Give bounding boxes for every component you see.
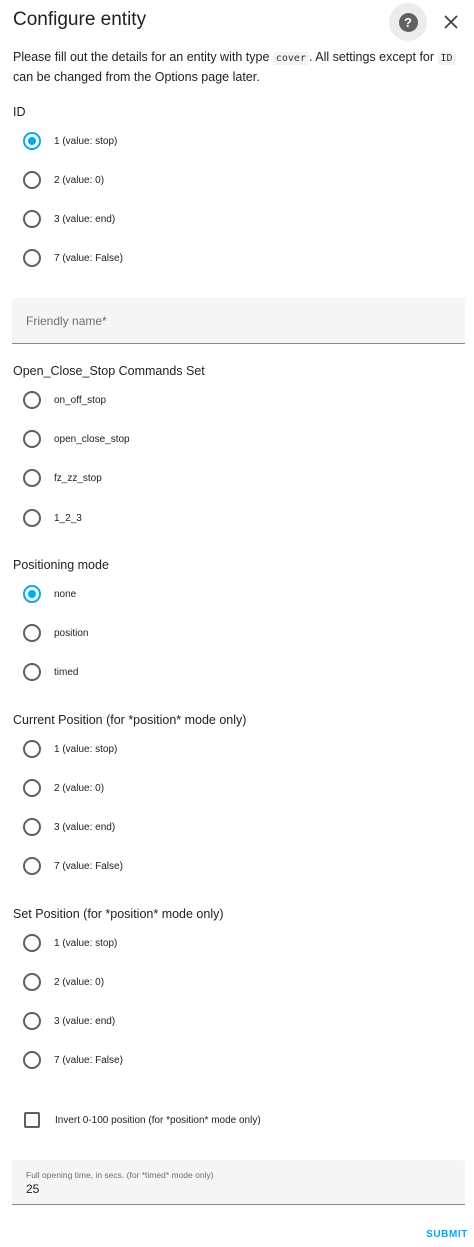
id-code: ID — [437, 52, 456, 65]
invert-position-label: Invert 0-100 position (for *position* mo… — [55, 1114, 261, 1126]
radio-label: 3 (value: end) — [54, 213, 116, 225]
commands-option-3[interactable]: fz_zz_stop — [23, 468, 102, 488]
description-text-3: can be changed from the Options page lat… — [13, 70, 260, 84]
positioning-option-none[interactable]: none — [23, 584, 76, 604]
radio-button[interactable] — [23, 430, 41, 448]
invert-position-option[interactable]: Invert 0-100 position (for *position* mo… — [24, 1111, 261, 1129]
id-option-3[interactable]: 3 (value: end) — [23, 209, 115, 229]
radio-button[interactable] — [23, 857, 41, 875]
id-option-1[interactable]: 1 (value: stop) — [23, 131, 117, 151]
radio-button[interactable] — [23, 973, 41, 991]
radio-button[interactable] — [23, 509, 41, 527]
radio-label: 7 (value: False) — [54, 252, 123, 264]
radio-label: 1 (value: stop) — [54, 743, 118, 755]
radio-label: 2 (value: 0) — [54, 782, 105, 794]
positioning-option-position[interactable]: position — [23, 623, 88, 643]
current-position-option-1[interactable]: 1 (value: stop) — [23, 739, 117, 759]
radio-button[interactable] — [23, 1051, 41, 1069]
radio-label: 1 (value: stop) — [54, 135, 118, 147]
radio-label: 7 (value: False) — [54, 1054, 123, 1066]
help-button[interactable]: ? — [389, 3, 427, 41]
submit-button[interactable]: SUBMIT — [414, 1227, 468, 1241]
dialog-description: Please fill out the details for an entit… — [13, 48, 463, 86]
close-icon — [444, 15, 458, 29]
set-position-option-2[interactable]: 2 (value: 0) — [23, 972, 104, 992]
radio-label: 2 (value: 0) — [54, 976, 105, 988]
description-text-2: . All settings except for — [308, 50, 438, 64]
radio-button[interactable] — [23, 663, 41, 681]
current-position-option-3[interactable]: 3 (value: end) — [23, 817, 115, 837]
radio-button[interactable] — [23, 391, 41, 409]
set-position-group-label: Set Position (for *position* mode only) — [13, 907, 224, 921]
id-option-4[interactable]: 7 (value: False) — [23, 248, 123, 268]
radio-label: none — [54, 588, 77, 600]
opening-time-field[interactable]: Full opening time, in secs. (for *timed*… — [12, 1160, 465, 1205]
radio-label: fz_zz_stop — [54, 472, 102, 484]
current-position-option-4[interactable]: 7 (value: False) — [23, 856, 123, 876]
radio-label: open_close_stop — [54, 433, 130, 445]
commands-option-2[interactable]: open_close_stop — [23, 429, 130, 449]
set-position-option-1[interactable]: 1 (value: stop) — [23, 933, 117, 953]
radio-button[interactable] — [23, 1012, 41, 1030]
positioning-group-label: Positioning mode — [13, 558, 109, 572]
commands-option-1[interactable]: on_off_stop — [23, 390, 106, 410]
friendly-name-placeholder: Friendly name* — [26, 314, 107, 328]
radio-label: position — [54, 627, 89, 639]
radio-label: 2 (value: 0) — [54, 174, 105, 186]
close-button[interactable] — [437, 8, 465, 36]
entity-type-code: cover — [272, 52, 309, 65]
positioning-option-timed[interactable]: timed — [23, 662, 78, 682]
radio-label: 7 (value: False) — [54, 860, 123, 872]
radio-button[interactable] — [23, 779, 41, 797]
radio-button[interactable] — [23, 249, 41, 267]
radio-button[interactable] — [23, 132, 41, 150]
radio-button[interactable] — [23, 210, 41, 228]
id-group-label: ID — [13, 105, 26, 119]
radio-label: 1_2_3 — [54, 512, 82, 524]
description-text-1: Please fill out the details for an entit… — [13, 50, 273, 64]
invert-position-checkbox[interactable] — [24, 1112, 40, 1128]
radio-button[interactable] — [23, 469, 41, 487]
commands-group-label: Open_Close_Stop Commands Set — [13, 364, 205, 378]
radio-label: 1 (value: stop) — [54, 937, 118, 949]
radio-button[interactable] — [23, 740, 41, 758]
help-circle-icon: ? — [398, 12, 418, 32]
opening-time-value[interactable]: 25 — [26, 1182, 39, 1196]
radio-label: timed — [54, 666, 79, 678]
opening-time-label: Full opening time, in secs. (for *timed*… — [26, 1170, 214, 1180]
radio-button[interactable] — [23, 624, 41, 642]
id-option-2[interactable]: 2 (value: 0) — [23, 170, 104, 190]
dialog-header: Configure entity ? — [0, 0, 474, 44]
friendly-name-field[interactable]: Friendly name* — [12, 298, 465, 344]
radio-button[interactable] — [23, 818, 41, 836]
radio-button[interactable] — [23, 171, 41, 189]
current-position-option-2[interactable]: 2 (value: 0) — [23, 778, 104, 798]
set-position-option-3[interactable]: 3 (value: end) — [23, 1011, 115, 1031]
radio-label: on_off_stop — [54, 394, 107, 406]
radio-button[interactable] — [23, 934, 41, 952]
current-position-group-label: Current Position (for *position* mode on… — [13, 713, 247, 727]
radio-button[interactable] — [23, 585, 41, 603]
radio-label: 3 (value: end) — [54, 1015, 116, 1027]
commands-option-4[interactable]: 1_2_3 — [23, 508, 82, 528]
radio-label: 3 (value: end) — [54, 821, 116, 833]
set-position-option-4[interactable]: 7 (value: False) — [23, 1050, 123, 1070]
dialog-title: Configure entity — [13, 9, 147, 30]
